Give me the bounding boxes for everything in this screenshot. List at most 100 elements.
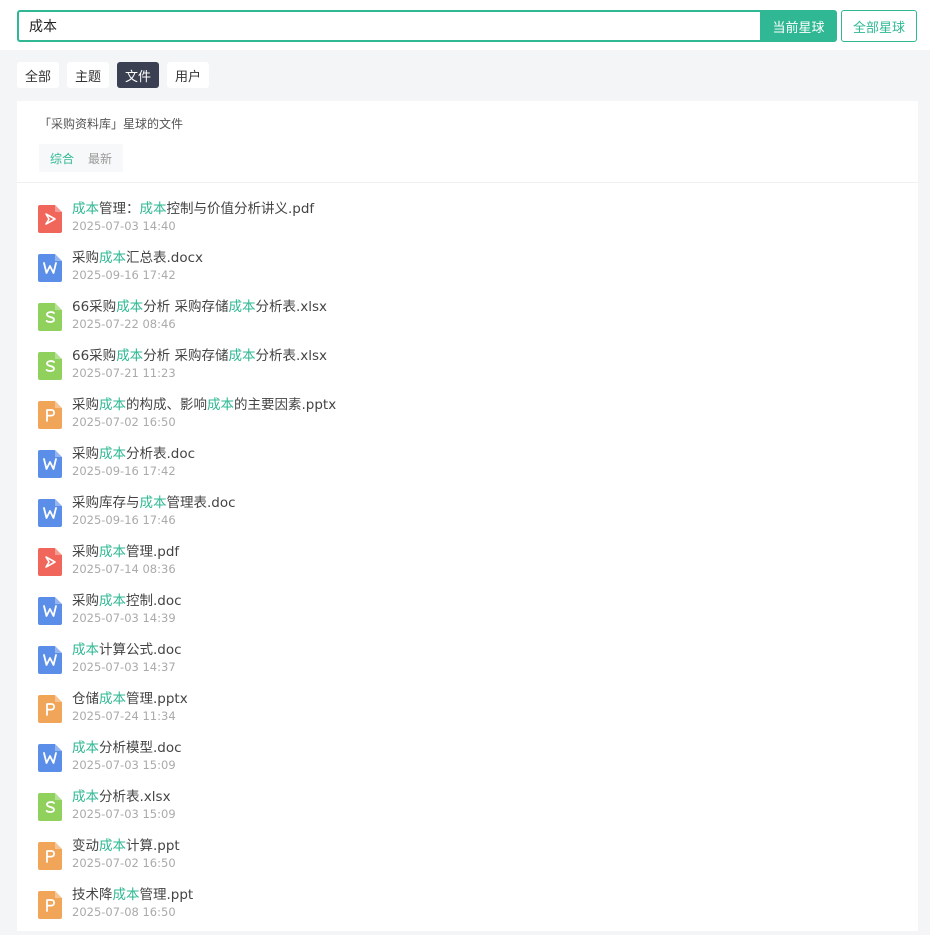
file-item[interactable]: 66采购成本分析 采购存储成本分析表.xlsx 2025-07-22 08:46 xyxy=(38,298,918,347)
word-doc-icon xyxy=(38,744,62,772)
pdf-icon xyxy=(38,205,62,233)
tab-topics[interactable]: 主题 xyxy=(67,62,110,88)
search-box xyxy=(17,10,761,42)
file-name[interactable]: 仓储成本管理.pptx xyxy=(72,690,188,708)
highlight-term: 成本 xyxy=(139,495,167,511)
file-item[interactable]: 采购库存与成本管理表.doc 2025-09-16 17:46 xyxy=(38,494,918,543)
file-name[interactable]: 采购成本控制.doc xyxy=(72,592,182,610)
file-name[interactable]: 成本管理：成本控制与价值分析讲义.pdf xyxy=(72,200,314,218)
file-item[interactable]: 成本分析模型.doc 2025-07-03 15:09 xyxy=(38,739,918,788)
file-text: 采购成本管理.pdf 2025-07-14 08:36 xyxy=(72,543,179,592)
word-doc-icon xyxy=(38,646,62,674)
file-item[interactable]: 66采购成本分析 采购存储成本分析表.xlsx 2025-07-21 11:23 xyxy=(38,347,918,396)
file-item[interactable]: 成本管理：成本控制与价值分析讲义.pdf 2025-07-03 14:40 xyxy=(38,200,918,249)
file-item[interactable]: 成本分析表.xlsx 2025-07-03 15:09 xyxy=(38,788,918,837)
sort-latest[interactable]: 最新 xyxy=(81,144,119,172)
sort-options: 综合 最新 xyxy=(39,144,124,172)
file-text: 采购成本汇总表.docx 2025-09-16 17:42 xyxy=(72,249,203,298)
file-item[interactable]: 采购成本汇总表.docx 2025-09-16 17:42 xyxy=(38,249,918,298)
file-item[interactable]: 成本计算公式.doc 2025-07-03 14:37 xyxy=(38,641,918,690)
ppt-slide-icon xyxy=(38,695,62,723)
sort-comprehensive[interactable]: 综合 xyxy=(43,144,81,172)
file-date: 2025-07-03 14:39 xyxy=(72,611,176,625)
search-input[interactable] xyxy=(19,12,761,40)
excel-sheet-icon xyxy=(38,303,62,331)
ppt-slide-icon xyxy=(38,891,62,919)
highlight-term: 成本 xyxy=(99,838,126,854)
highlight-term: 成本 xyxy=(139,201,167,217)
file-item[interactable]: 变动成本计算.ppt 2025-07-02 16:50 xyxy=(38,837,918,886)
file-name[interactable]: 采购库存与成本管理表.doc xyxy=(72,494,236,512)
highlight-term: 成本 xyxy=(99,691,126,707)
file-item[interactable]: 采购成本分析表.doc 2025-09-16 17:42 xyxy=(38,445,918,494)
file-name[interactable]: 采购成本分析表.doc xyxy=(72,445,195,463)
highlight-term: 成本 xyxy=(99,593,126,609)
result-type-tabs: 全部 主题 文件 用户 xyxy=(17,62,210,88)
tab-files[interactable]: 文件 xyxy=(117,62,160,88)
search-all-planets-button[interactable]: 全部星球 xyxy=(841,10,917,42)
highlight-term: 成本 xyxy=(116,299,144,315)
word-doc-icon xyxy=(38,254,62,282)
file-item[interactable]: 采购成本控制.doc 2025-07-03 14:39 xyxy=(38,592,918,641)
file-list: 成本管理：成本控制与价值分析讲义.pdf 2025-07-03 14:40 采购成本… xyxy=(17,183,918,935)
file-text: 采购成本分析表.doc 2025-09-16 17:42 xyxy=(72,445,195,494)
tab-all[interactable]: 全部 xyxy=(17,62,60,88)
results-panel: 「采购资料库」星球的文件 综合 最新 成本管理：成本控制与价值分析讲义.pdf 2… xyxy=(17,101,918,931)
highlight-term: 成本 xyxy=(99,250,126,266)
file-date: 2025-09-16 17:42 xyxy=(72,268,176,282)
file-date: 2025-07-03 15:09 xyxy=(72,807,176,821)
file-name[interactable]: 66采购成本分析 采购存储成本分析表.xlsx xyxy=(72,298,327,316)
file-name[interactable]: 采购成本管理.pdf xyxy=(72,543,179,561)
file-date: 2025-07-03 14:37 xyxy=(72,660,176,674)
file-name[interactable]: 采购成本的构成、影响成本的主要因素.pptx xyxy=(72,396,336,414)
file-text: 采购成本控制.doc 2025-07-03 14:39 xyxy=(72,592,182,641)
file-name[interactable]: 成本分析表.xlsx xyxy=(72,788,176,806)
search-bar: 当前星球 全部星球 xyxy=(0,0,930,50)
file-name[interactable]: 成本计算公式.doc xyxy=(72,641,182,659)
pdf-icon xyxy=(38,548,62,576)
file-name[interactable]: 66采购成本分析 采购存储成本分析表.xlsx xyxy=(72,347,327,365)
highlight-term: 成本 xyxy=(99,397,126,413)
highlight-term: 成本 xyxy=(228,299,256,315)
highlight-term: 成本 xyxy=(112,887,140,903)
file-date: 2025-07-08 16:50 xyxy=(72,905,176,919)
file-name[interactable]: 变动成本计算.ppt xyxy=(72,837,180,855)
file-item[interactable]: 仓储成本管理.pptx 2025-07-24 11:34 xyxy=(38,690,918,739)
highlight-term: 成本 xyxy=(228,348,256,364)
file-name[interactable]: 成本分析模型.doc xyxy=(72,739,182,757)
highlight-term: 成本 xyxy=(72,789,99,805)
file-date: 2025-07-24 11:34 xyxy=(72,709,176,723)
file-text: 成本分析模型.doc 2025-07-03 15:09 xyxy=(72,739,182,788)
file-text: 66采购成本分析 采购存储成本分析表.xlsx 2025-07-21 11:23 xyxy=(72,347,327,396)
highlight-term: 成本 xyxy=(72,201,99,217)
file-text: 采购成本的构成、影响成本的主要因素.pptx 2025-07-02 16:50 xyxy=(72,396,336,445)
file-item[interactable]: 采购成本的构成、影响成本的主要因素.pptx 2025-07-02 16:50 xyxy=(38,396,918,445)
word-doc-icon xyxy=(38,450,62,478)
results-title: 「采购资料库」星球的文件 xyxy=(39,117,184,131)
file-date: 2025-09-16 17:42 xyxy=(72,464,176,478)
word-doc-icon xyxy=(38,499,62,527)
highlight-term: 成本 xyxy=(72,740,99,756)
word-doc-icon xyxy=(38,597,62,625)
file-date: 2025-09-16 17:46 xyxy=(72,513,176,527)
ppt-slide-icon xyxy=(38,401,62,429)
tab-users[interactable]: 用户 xyxy=(167,62,210,88)
search-current-planet-button[interactable]: 当前星球 xyxy=(760,10,837,42)
file-text: 技术降成本管理.ppt 2025-07-08 16:50 xyxy=(72,886,193,935)
file-item[interactable]: 采购成本管理.pdf 2025-07-14 08:36 xyxy=(38,543,918,592)
file-date: 2025-07-22 08:46 xyxy=(72,317,176,331)
file-text: 成本计算公式.doc 2025-07-03 14:37 xyxy=(72,641,182,690)
file-date: 2025-07-03 15:09 xyxy=(72,758,176,772)
file-text: 成本管理：成本控制与价值分析讲义.pdf 2025-07-03 14:40 xyxy=(72,200,314,249)
file-date: 2025-07-02 16:50 xyxy=(72,856,176,870)
highlight-term: 成本 xyxy=(99,446,126,462)
file-date: 2025-07-14 08:36 xyxy=(72,562,176,576)
file-name[interactable]: 技术降成本管理.ppt xyxy=(72,886,193,904)
file-text: 采购库存与成本管理表.doc 2025-09-16 17:46 xyxy=(72,494,236,543)
results-header: 「采购资料库」星球的文件 综合 最新 xyxy=(17,101,918,183)
ppt-slide-icon xyxy=(38,842,62,870)
file-date: 2025-07-03 14:40 xyxy=(72,219,176,233)
file-text: 成本分析表.xlsx 2025-07-03 15:09 xyxy=(72,788,176,837)
file-name[interactable]: 采购成本汇总表.docx xyxy=(72,249,203,267)
file-item[interactable]: 技术降成本管理.ppt 2025-07-08 16:50 xyxy=(38,886,918,935)
